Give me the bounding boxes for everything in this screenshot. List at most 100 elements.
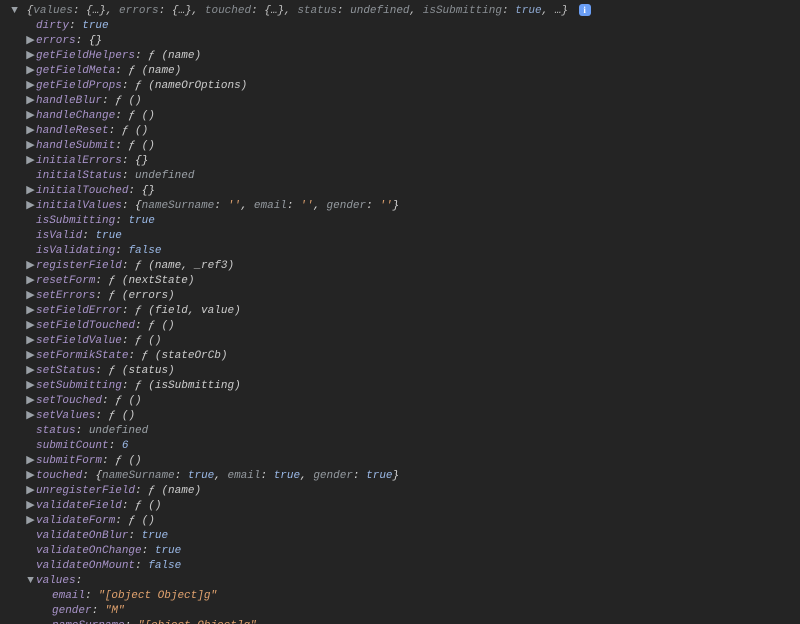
chevron-right-icon[interactable]: ▶ bbox=[26, 199, 35, 214]
property-row[interactable]: ▶getFieldProps: ƒ (nameOrOptions) bbox=[4, 79, 800, 94]
chevron-right-icon[interactable]: ▶ bbox=[26, 139, 35, 154]
chevron-right-icon[interactable]: ▶ bbox=[26, 124, 35, 139]
property-row: email: "[object Object]g" bbox=[4, 589, 800, 604]
property-key: gender bbox=[52, 605, 92, 617]
property-row: validateOnBlur: true bbox=[4, 529, 800, 544]
property-key: initialErrors bbox=[36, 155, 122, 167]
property-key: setErrors bbox=[36, 290, 95, 302]
object-root-row[interactable]: ▼ {values: {…}, errors: {…}, touched: {…… bbox=[4, 4, 800, 19]
function-params: (nextState) bbox=[122, 275, 195, 287]
property-row[interactable]: ▶setStatus: ƒ (status) bbox=[4, 364, 800, 379]
property-row[interactable]: ▶errors: {} bbox=[4, 34, 800, 49]
property-row[interactable]: ▶initialErrors: {} bbox=[4, 154, 800, 169]
chevron-right-icon[interactable]: ▶ bbox=[26, 274, 35, 289]
chevron-right-icon[interactable]: ▶ bbox=[26, 64, 35, 79]
property-row[interactable]: ▶submitForm: ƒ () bbox=[4, 454, 800, 469]
property-row[interactable]: ▶getFieldHelpers: ƒ (name) bbox=[4, 49, 800, 64]
property-key: resetForm bbox=[36, 275, 95, 287]
property-key: isValidating bbox=[36, 245, 115, 257]
function-params: () bbox=[128, 455, 141, 467]
property-value: undefined bbox=[89, 425, 148, 437]
chevron-right-icon[interactable]: ▶ bbox=[26, 334, 35, 349]
property-row: initialStatus: undefined bbox=[4, 169, 800, 184]
function-params: () bbox=[128, 95, 141, 107]
property-value: undefined bbox=[135, 170, 194, 182]
property-key: setValues bbox=[36, 410, 95, 422]
property-value: 6 bbox=[122, 440, 129, 452]
chevron-right-icon[interactable]: ▶ bbox=[26, 49, 35, 64]
chevron-right-icon[interactable]: ▶ bbox=[26, 409, 35, 424]
chevron-right-icon[interactable]: ▶ bbox=[26, 319, 35, 334]
property-key: handleSubmit bbox=[36, 140, 115, 152]
property-key: dirty bbox=[36, 20, 69, 32]
chevron-right-icon[interactable]: ▶ bbox=[26, 454, 35, 469]
property-row[interactable]: ▶handleChange: ƒ () bbox=[4, 109, 800, 124]
property-value: true bbox=[95, 230, 121, 242]
property-row[interactable]: ▶unregisterField: ƒ (name) bbox=[4, 484, 800, 499]
property-row: isValid: true bbox=[4, 229, 800, 244]
property-row: validateOnChange: true bbox=[4, 544, 800, 559]
function-params: (name) bbox=[142, 65, 182, 77]
property-row[interactable]: ▶setFormikState: ƒ (stateOrCb) bbox=[4, 349, 800, 364]
property-row[interactable]: ▶handleBlur: ƒ () bbox=[4, 94, 800, 109]
property-row[interactable]: ▶touched: {nameSurname: true, email: tru… bbox=[4, 469, 800, 484]
property-row[interactable]: ▶setFieldError: ƒ (field, value) bbox=[4, 304, 800, 319]
chevron-down-icon[interactable]: ▼ bbox=[10, 4, 19, 19]
property-row[interactable]: ▼values: bbox=[4, 574, 800, 589]
chevron-right-icon[interactable]: ▶ bbox=[26, 289, 35, 304]
chevron-right-icon[interactable]: ▶ bbox=[26, 154, 35, 169]
property-value: {} bbox=[135, 155, 148, 167]
property-row[interactable]: ▶initialTouched: {} bbox=[4, 184, 800, 199]
property-row[interactable]: ▶registerField: ƒ (name, _ref3) bbox=[4, 259, 800, 274]
function-params: (name) bbox=[161, 485, 201, 497]
chevron-down-icon[interactable]: ▼ bbox=[26, 574, 35, 589]
property-key: values bbox=[36, 575, 76, 587]
chevron-right-icon[interactable]: ▶ bbox=[26, 94, 35, 109]
chevron-right-icon[interactable]: ▶ bbox=[26, 79, 35, 94]
property-row: dirty: true bbox=[4, 19, 800, 34]
property-row[interactable]: ▶setValues: ƒ () bbox=[4, 409, 800, 424]
chevron-right-icon[interactable]: ▶ bbox=[26, 304, 35, 319]
property-row[interactable]: ▶setSubmitting: ƒ (isSubmitting) bbox=[4, 379, 800, 394]
chevron-right-icon[interactable]: ▶ bbox=[26, 349, 35, 364]
info-icon[interactable]: i bbox=[579, 4, 591, 16]
property-key: setFieldError bbox=[36, 305, 122, 317]
chevron-right-icon[interactable]: ▶ bbox=[26, 184, 35, 199]
function-params: () bbox=[148, 335, 161, 347]
property-row[interactable]: ▶setTouched: ƒ () bbox=[4, 394, 800, 409]
property-key: getFieldHelpers bbox=[36, 50, 135, 62]
function-params: () bbox=[128, 395, 141, 407]
chevron-right-icon[interactable]: ▶ bbox=[26, 514, 35, 529]
chevron-right-icon[interactable]: ▶ bbox=[26, 499, 35, 514]
property-key: setFieldTouched bbox=[36, 320, 135, 332]
property-key: submitForm bbox=[36, 455, 102, 467]
chevron-right-icon[interactable]: ▶ bbox=[26, 109, 35, 124]
chevron-right-icon[interactable]: ▶ bbox=[26, 34, 35, 49]
property-row: validateOnMount: false bbox=[4, 559, 800, 574]
function-params: () bbox=[142, 110, 155, 122]
property-value: true bbox=[155, 545, 181, 557]
property-value: false bbox=[128, 245, 161, 257]
property-key: email bbox=[52, 590, 85, 602]
property-row[interactable]: ▶setFieldTouched: ƒ () bbox=[4, 319, 800, 334]
property-value: true bbox=[82, 20, 108, 32]
property-row[interactable]: ▶initialValues: {nameSurname: '', email:… bbox=[4, 199, 800, 214]
chevron-right-icon[interactable]: ▶ bbox=[26, 259, 35, 274]
chevron-right-icon[interactable]: ▶ bbox=[26, 364, 35, 379]
property-row[interactable]: ▶handleReset: ƒ () bbox=[4, 124, 800, 139]
chevron-right-icon[interactable]: ▶ bbox=[26, 379, 35, 394]
property-row[interactable]: ▶setErrors: ƒ (errors) bbox=[4, 289, 800, 304]
chevron-right-icon[interactable]: ▶ bbox=[26, 469, 35, 484]
chevron-right-icon[interactable]: ▶ bbox=[26, 394, 35, 409]
function-params: (nameOrOptions) bbox=[148, 80, 247, 92]
function-params: (status) bbox=[122, 365, 175, 377]
property-row[interactable]: ▶validateForm: ƒ () bbox=[4, 514, 800, 529]
chevron-right-icon[interactable]: ▶ bbox=[26, 484, 35, 499]
property-row[interactable]: ▶validateField: ƒ () bbox=[4, 499, 800, 514]
property-key: validateField bbox=[36, 500, 122, 512]
property-row[interactable]: ▶getFieldMeta: ƒ (name) bbox=[4, 64, 800, 79]
property-key: initialStatus bbox=[36, 170, 122, 182]
property-row[interactable]: ▶handleSubmit: ƒ () bbox=[4, 139, 800, 154]
property-row[interactable]: ▶resetForm: ƒ (nextState) bbox=[4, 274, 800, 289]
property-row[interactable]: ▶setFieldValue: ƒ () bbox=[4, 334, 800, 349]
